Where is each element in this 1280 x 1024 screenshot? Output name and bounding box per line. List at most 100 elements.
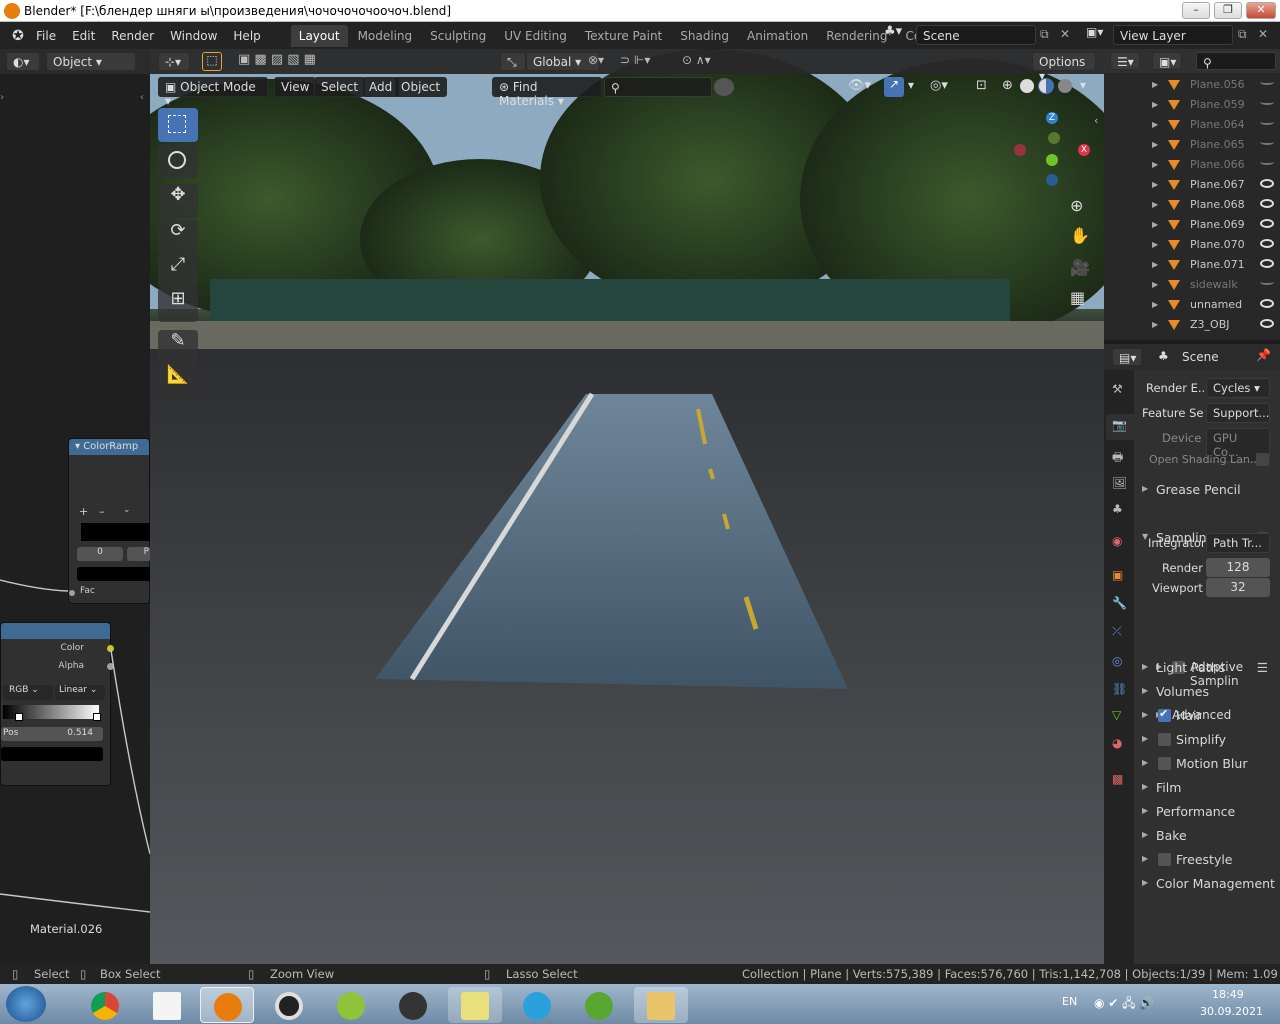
transform-pivot-icon[interactable]: ⊹▾ (158, 52, 190, 71)
render-engine-dropdown[interactable]: Cycles ▾ (1206, 378, 1270, 398)
outliner-item[interactable]: ▶ Plane.059 (1104, 95, 1280, 115)
remove-scene-icon[interactable]: ✕ (1060, 27, 1070, 41)
visibility-icon[interactable]: 👁▾ (848, 78, 871, 93)
expand-arrow-icon[interactable]: ▶ (1152, 260, 1158, 269)
menu-file[interactable]: File (36, 29, 56, 43)
tool-tab-icon[interactable]: ⚒ (1112, 382, 1123, 396)
tab-uv-editing[interactable]: UV Editing (496, 25, 575, 47)
rotate-tool-icon[interactable]: ⟳ (158, 220, 198, 254)
shading-material-icon[interactable] (1038, 78, 1054, 94)
utorrent-taskbar-icon[interactable] (572, 987, 626, 1023)
modifier-tab-icon[interactable]: 🔧 (1112, 596, 1127, 610)
minimize-button[interactable]: – (1182, 2, 1210, 19)
view-layer-icon[interactable]: ▣▾ (1086, 25, 1103, 39)
outliner-item[interactable]: ▶ Plane.070 (1104, 235, 1280, 255)
panel-checkbox[interactable] (1158, 757, 1171, 770)
panel-grease-pencil[interactable]: ▶ Grease Pencil (1134, 478, 1280, 502)
expand-arrow-icon[interactable]: ▶ (1152, 100, 1158, 109)
eye-icon[interactable] (1260, 259, 1274, 268)
close-button[interactable]: ✕ (1246, 2, 1276, 19)
menu-edit[interactable]: Edit (72, 29, 95, 43)
measure-tool-icon[interactable]: 📐 (158, 364, 198, 398)
maximize-button[interactable]: ❐ (1214, 2, 1242, 19)
zoom-icon[interactable]: ⊕ (1070, 196, 1083, 215)
expand-arrow-icon[interactable]: ▶ (1152, 120, 1158, 129)
shading-wireframe-icon[interactable]: ⊕ (1002, 78, 1013, 93)
pivot-point-icon[interactable]: ⊗▾ (588, 53, 604, 67)
menu-view[interactable]: View (274, 77, 317, 97)
view-layer-tab-icon[interactable]: 🖼 (1112, 476, 1127, 490)
outliner-item[interactable]: ▶ Plane.065 (1104, 135, 1280, 155)
panel-checkbox[interactable] (1158, 853, 1171, 866)
render-panel[interactable]: ▶ Light Paths ☰ (1134, 656, 1280, 680)
clock-date[interactable]: 30.09.2021 (1200, 1005, 1263, 1018)
telegram-taskbar-icon[interactable] (510, 987, 564, 1023)
outliner-item[interactable]: ▶ Plane.064 (1104, 115, 1280, 135)
properties-editor-type[interactable]: ▤▾ (1112, 348, 1142, 366)
expand-arrow-icon[interactable]: ▶ (1152, 140, 1158, 149)
notepad-taskbar-icon[interactable] (140, 987, 194, 1023)
eye-closed-icon[interactable] (1260, 159, 1274, 165)
gizmo-neg-y[interactable] (1048, 132, 1060, 144)
menu-window[interactable]: Window (170, 29, 217, 43)
material-tab-icon[interactable]: ◕ (1112, 736, 1122, 750)
pan-hand-icon[interactable]: ✋ (1070, 226, 1090, 245)
camera-view-icon[interactable]: 🎥 (1070, 258, 1090, 277)
new-view-layer-icon[interactable]: ⧉ (1238, 27, 1247, 42)
outliner-item[interactable]: ▶ sidewalk (1104, 275, 1280, 295)
scale-tool-icon[interactable]: ⤢ (158, 254, 198, 288)
selection-mode-icons[interactable]: ▣ ▩ ▨ ▧ ▦ (238, 52, 330, 71)
tab-animation[interactable]: Animation (739, 25, 816, 47)
gizmo-z-axis[interactable]: Z (1046, 112, 1058, 124)
language-indicator[interactable]: EN (1062, 995, 1077, 1008)
outliner-item[interactable]: ▶ Plane.069 (1104, 215, 1280, 235)
expand-arrow-icon[interactable]: ▶ (1152, 80, 1158, 89)
perspective-grid-icon[interactable]: ▦ (1070, 288, 1085, 307)
clock-time[interactable]: 18:49 (1212, 988, 1244, 1001)
eye-icon[interactable] (1260, 319, 1274, 328)
blender-menu-icon[interactable]: ✪ (0, 28, 36, 44)
move-tool-icon[interactable]: ✥ (158, 184, 198, 218)
annotate-tool-icon[interactable]: ✎ (158, 330, 198, 364)
proportional-editing-icon[interactable]: ⊙ ∧▾ (682, 53, 711, 67)
new-scene-icon[interactable]: ⧉ (1040, 27, 1049, 42)
render-tab-icon[interactable]: 📷 (1106, 414, 1134, 440)
eye-icon[interactable] (1260, 299, 1274, 308)
viewport-samples-field[interactable]: 32 (1206, 578, 1270, 597)
sidebar-toggle-icon[interactable]: ‹ (1094, 114, 1098, 127)
shading-rendered-icon[interactable] (1058, 79, 1072, 93)
gizmo-y-axis[interactable] (1046, 154, 1058, 166)
outliner-item[interactable]: ▶ Plane.068 (1104, 195, 1280, 215)
render-panel[interactable]: ▶ Performance (1134, 800, 1280, 824)
view-layer-field[interactable]: View Layer (1113, 25, 1233, 45)
gizmo-dropdown-icon[interactable]: ▾ (908, 78, 914, 92)
object-tab-icon[interactable]: ▣ (1112, 568, 1123, 582)
eye-icon[interactable] (1260, 239, 1274, 248)
scene-name-field[interactable]: Scene (916, 25, 1036, 45)
pin-icon[interactable]: 📌 (1256, 348, 1271, 362)
outliner-item[interactable]: ▶ Plane.056 (1104, 75, 1280, 95)
find-materials-dropdown[interactable]: ⊛ Find Materials ▾ (492, 77, 602, 108)
eye-icon[interactable] (1260, 219, 1274, 228)
tray-icons[interactable]: ◉ ✔ 🖧 🔊 (1094, 994, 1154, 1015)
render-panel[interactable]: ▶ Simplify (1134, 728, 1280, 752)
transform-tool-icon[interactable]: ⊞ (158, 288, 198, 322)
expand-arrow-icon[interactable]: ▶ (1152, 320, 1158, 329)
navigation-gizmo[interactable]: Z X (1010, 106, 1096, 190)
tab-modeling[interactable]: Modeling (350, 25, 421, 47)
outliner-editor-type[interactable]: ☰▾ (1110, 52, 1140, 70)
render-panel[interactable]: ▶ Freestyle (1134, 848, 1280, 872)
tab-layout[interactable]: Layout (290, 24, 348, 47)
material-search-input[interactable]: ⚲ (604, 77, 712, 97)
render-samples-field[interactable]: 128 (1206, 558, 1270, 577)
eye-closed-icon[interactable] (1260, 119, 1274, 125)
expand-arrow-icon[interactable]: ▶ (1152, 220, 1158, 229)
lime-app-taskbar-icon[interactable] (324, 987, 378, 1023)
menu-select[interactable]: Select (314, 77, 366, 97)
tab-sculpting[interactable]: Sculpting (422, 25, 494, 47)
data-tab-icon[interactable]: ▽ (1112, 708, 1121, 722)
output-tab-icon[interactable]: 🖶 (1112, 448, 1123, 469)
material-preview-sphere-icon[interactable] (714, 78, 734, 96)
cursor-tool-icon[interactable] (158, 144, 198, 178)
world-tab-icon[interactable]: ◉ (1112, 534, 1122, 548)
